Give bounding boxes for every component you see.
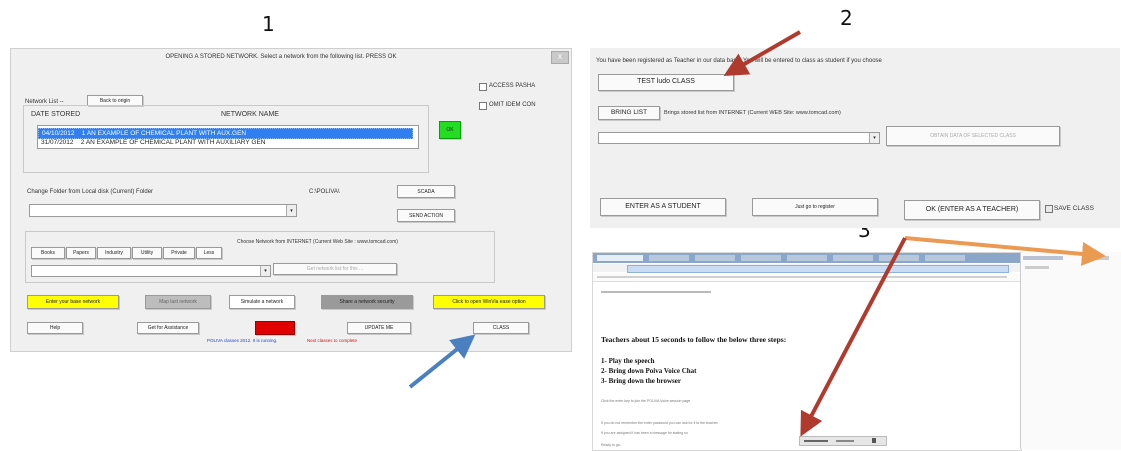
orange-arrow	[904, 236, 1106, 266]
red-arrow-bottom	[800, 237, 907, 437]
red-arrow-top	[723, 30, 801, 76]
blue-arrow	[408, 334, 476, 389]
annotation-arrows	[408, 30, 1106, 437]
